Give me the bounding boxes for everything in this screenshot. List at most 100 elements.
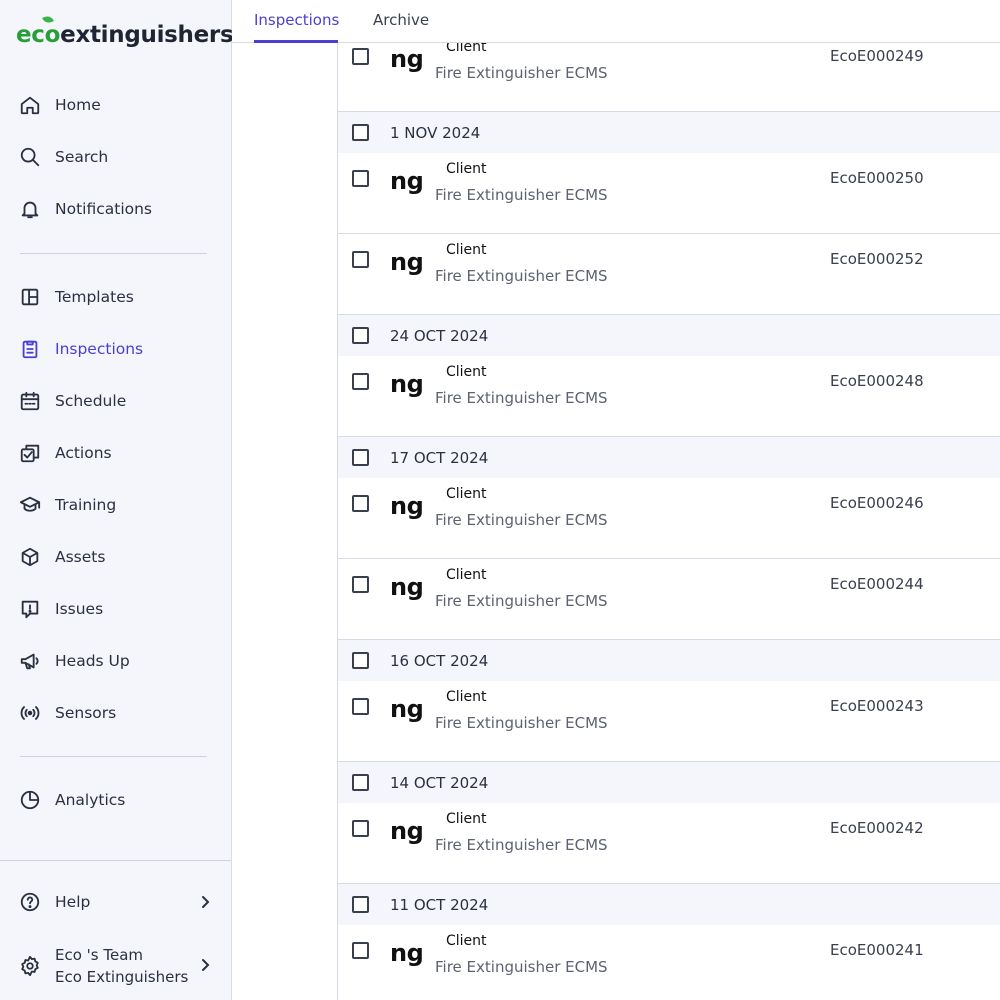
row-checkbox[interactable] [352,373,369,390]
sidebar-item-label: Notifications [55,200,153,218]
client-logo-thumb: ng [390,695,424,723]
group-checkbox[interactable] [352,774,369,791]
actions-icon [19,442,41,464]
gear-icon [19,955,41,977]
sidebar-item-search[interactable]: Search [0,139,231,175]
sidebar-item-training[interactable]: Training [0,487,231,523]
client-name: Client [446,567,487,583]
date-group-header[interactable]: 17 OCT 2024 [338,437,1000,479]
date-group-header[interactable]: 11 OCT 2024 [338,884,1000,926]
row-checkbox[interactable] [352,495,369,512]
sidebar-item-label: Issues [55,600,104,618]
sidebar-item-label: Help [55,893,91,911]
client-name: Client [446,161,487,177]
group-checkbox[interactable] [352,896,369,913]
sidebar-item-templates[interactable]: Templates [0,279,231,315]
inspection-id: EcoE000244 [830,575,924,593]
sidebar-item-team[interactable]: Eco 's Team Eco Extinguishers [0,946,231,988]
client-name: Client [446,689,487,705]
inspection-id: EcoE000248 [830,372,924,390]
date-group-header[interactable]: 14 OCT 2024 [338,762,1000,804]
inspection-row[interactable]: ng Client Fire Extinguisher ECMS EcoE000243 [338,681,1000,762]
row-checkbox[interactable] [352,48,369,65]
date-group-label: 1 NOV 2024 [390,124,481,142]
client-name: Client [446,811,487,827]
sidebar-item-sensors[interactable]: Sensors [0,695,231,731]
inspection-template-name: Fire Extinguisher ECMS [435,267,608,285]
eco-extinguishers-logo[interactable]: ecoextinguishers [16,14,234,48]
inspection-row[interactable]: ng Client Fire Extinguisher ECMS EcoE000241 [338,925,1000,1000]
inspection-row[interactable]: ng Client Fire Extinguisher ECMS EcoE000252 [338,234,1000,315]
inspection-id: EcoE000250 [830,169,924,187]
client-logo-thumb: ng [390,45,424,73]
sidebar-item-label: Actions [55,444,112,462]
tab-inspections[interactable]: Inspections [254,11,339,29]
inspection-row[interactable]: ng Client Fire Extinguisher ECMS EcoE000249 [338,43,1000,112]
row-checkbox[interactable] [352,170,369,187]
sidebar: ecoextinguishers Home Search Notificatio… [0,0,234,1000]
date-group-label: 11 OCT 2024 [390,896,489,914]
row-checkbox[interactable] [352,698,369,715]
sidebar-item-label: Assets [55,548,106,566]
sidebar-item-notifications[interactable]: Notifications [0,191,231,227]
calendar-icon [19,390,41,412]
sidebar-item-label: Analytics [55,791,126,809]
group-checkbox[interactable] [352,124,369,141]
sidebar-item-label: Heads Up [55,652,130,670]
row-checkbox[interactable] [352,251,369,268]
team-name: Eco 's Team [55,946,144,964]
inspection-template-name: Fire Extinguisher ECMS [435,64,608,82]
logo-suffix: extinguishers [60,22,234,48]
inspection-row[interactable]: ng Client Fire Extinguisher ECMS EcoE000242 [338,803,1000,884]
sidebar-item-label: Templates [55,288,134,306]
bell-icon [19,198,41,220]
sidebar-item-assets[interactable]: Assets [0,539,231,575]
inspection-row[interactable]: ng Client Fire Extinguisher ECMS EcoE000250 [338,153,1000,234]
sidebar-item-actions[interactable]: Actions [0,435,231,471]
alert-icon [19,598,41,620]
date-group-header[interactable]: 16 OCT 2024 [338,640,1000,682]
tab-archive[interactable]: Archive [373,11,429,29]
sidebar-item-analytics[interactable]: Analytics [0,782,231,818]
inspection-id: EcoE000249 [830,47,924,65]
team-org: Eco Extinguishers [55,968,189,986]
sidebar-item-issues[interactable]: Issues [0,591,231,627]
sidebar-item-help[interactable]: Help [0,884,231,920]
inspection-template-name: Fire Extinguisher ECMS [435,592,608,610]
date-group-label: 14 OCT 2024 [390,774,489,792]
group-checkbox[interactable] [352,327,369,344]
inspection-template-name: Fire Extinguisher ECMS [435,186,608,204]
client-name: Client [446,364,487,380]
inspection-row[interactable]: ng Client Fire Extinguisher ECMS EcoE000244 [338,559,1000,640]
chevron-right-icon [197,957,213,973]
sidebar-item-inspections[interactable]: Inspections [0,331,231,367]
inspection-id: EcoE000246 [830,494,924,512]
row-checkbox[interactable] [352,942,369,959]
date-group-label: 17 OCT 2024 [390,449,489,467]
inspection-row[interactable]: ng Client Fire Extinguisher ECMS EcoE000246 [338,478,1000,559]
client-logo-thumb: ng [390,492,424,520]
sidebar-item-heads-up[interactable]: Heads Up [0,643,231,679]
help-icon [19,891,41,913]
row-checkbox[interactable] [352,820,369,837]
client-logo-thumb: ng [390,370,424,398]
group-checkbox[interactable] [352,652,369,669]
inspection-id: EcoE000252 [830,250,924,268]
inspection-row[interactable]: ng Client Fire Extinguisher ECMS EcoE000248 [338,356,1000,437]
group-checkbox[interactable] [352,449,369,466]
clipboard-icon [19,338,41,360]
date-group-header[interactable]: 1 NOV 2024 [338,112,1000,154]
inspection-template-name: Fire Extinguisher ECMS [435,836,608,854]
client-logo-thumb: ng [390,817,424,845]
row-checkbox[interactable] [352,576,369,593]
sensor-icon [19,702,41,724]
client-logo-thumb: ng [390,248,424,276]
client-name: Client [446,242,487,258]
inspection-template-name: Fire Extinguisher ECMS [435,389,608,407]
sidebar-item-label: Inspections [55,340,144,358]
sidebar-item-home[interactable]: Home [0,87,231,123]
chevron-right-icon [197,894,213,910]
search-icon [19,146,41,168]
sidebar-item-schedule[interactable]: Schedule [0,383,231,419]
date-group-header[interactable]: 24 OCT 2024 [338,315,1000,357]
